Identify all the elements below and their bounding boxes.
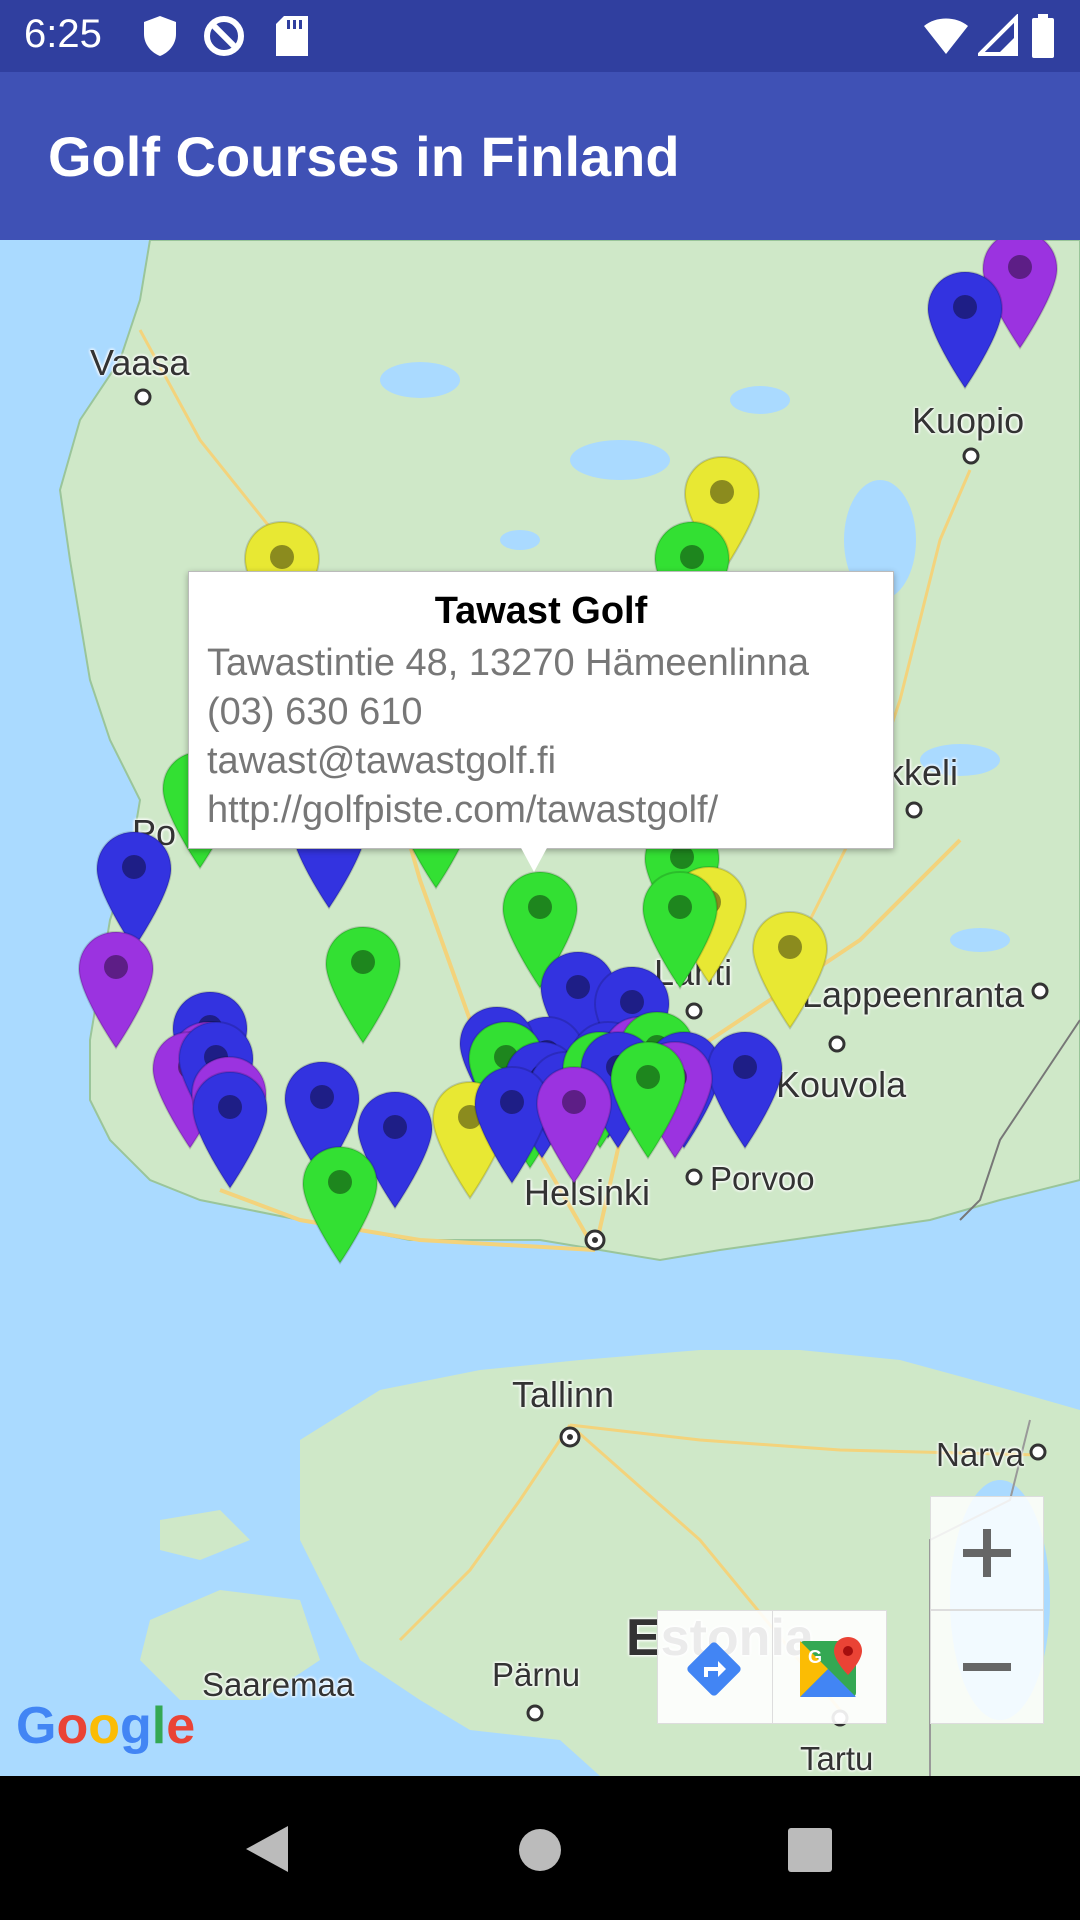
info-window-pointer: [520, 846, 548, 872]
info-window-phone: (03) 630 610: [207, 691, 423, 733]
zoom-out-button[interactable]: [930, 1610, 1044, 1724]
info-window-email: tawast@tawastgolf.fi: [207, 740, 557, 782]
plus-icon: [963, 1529, 1011, 1577]
signal-icon: [978, 14, 1018, 56]
place-label-tartu: Tartu: [800, 1740, 874, 1776]
map-view[interactable]: Vaasa Kuopio ikkeli Po Lahti Lappeenrant…: [0, 240, 1080, 1776]
golf-course-marker-green[interactable]: [609, 1040, 687, 1160]
map-toolbar: G: [657, 1610, 887, 1724]
google-maps-icon[interactable]: G: [798, 1635, 866, 1701]
place-label-saaremaa: Saaremaa: [202, 1666, 355, 1703]
golf-course-marker-blue[interactable]: [191, 1070, 269, 1190]
recents-icon[interactable]: [788, 1828, 832, 1872]
place-label-narva: Narva: [936, 1436, 1025, 1473]
status-time: 6:25: [24, 12, 102, 56]
place-label-kuopio: Kuopio: [912, 400, 1025, 441]
page-title: Golf Courses in Finland: [48, 125, 680, 188]
wifi-icon: [924, 18, 968, 54]
info-window-title: Tawast Golf: [434, 590, 648, 632]
info-window-address: Tawastintie 48, 13270 Hämeenlinna: [207, 642, 810, 684]
place-label-lappeenranta: Lappeenranta: [802, 974, 1025, 1015]
minus-icon: [963, 1663, 1011, 1671]
place-label-vaasa: Vaasa: [90, 342, 190, 383]
place-label-parnu: Pärnu: [492, 1656, 581, 1693]
place-label-porvoo: Porvoo: [710, 1160, 815, 1197]
place-label-tallinn: Tallinn: [512, 1374, 615, 1415]
zoom-in-button[interactable]: [930, 1496, 1044, 1610]
app-bar: Golf Courses in Finland: [0, 72, 1080, 240]
golf-course-marker-purple[interactable]: [535, 1065, 613, 1185]
status-bar: 6:25: [0, 0, 1080, 72]
golf-course-marker-yellow[interactable]: [751, 910, 829, 1030]
shield-icon: [144, 16, 176, 56]
golf-course-marker-purple[interactable]: [77, 930, 155, 1050]
google-logo: Google: [16, 1697, 196, 1755]
back-icon[interactable]: [244, 1824, 290, 1874]
sd-card-icon: [276, 16, 308, 56]
info-window[interactable]: Tawast Golf Tawastintie 48, 13270 Hämeen…: [188, 571, 894, 849]
navigation-bar: [0, 1776, 1080, 1920]
golf-course-marker-green[interactable]: [301, 1145, 379, 1265]
golf-course-marker-blue[interactable]: [706, 1030, 784, 1150]
info-window-url: http://golfpiste.com/tawastgolf/: [207, 789, 719, 831]
golf-course-marker-green[interactable]: [324, 925, 402, 1045]
place-label-kouvola: Kouvola: [776, 1064, 907, 1105]
golf-course-marker-blue[interactable]: [926, 270, 1004, 390]
battery-icon: [1032, 14, 1054, 58]
directions-icon[interactable]: [684, 1639, 744, 1699]
data-saver-icon: [204, 16, 244, 56]
svg-text:G: G: [808, 1647, 822, 1667]
home-icon[interactable]: [518, 1828, 562, 1872]
